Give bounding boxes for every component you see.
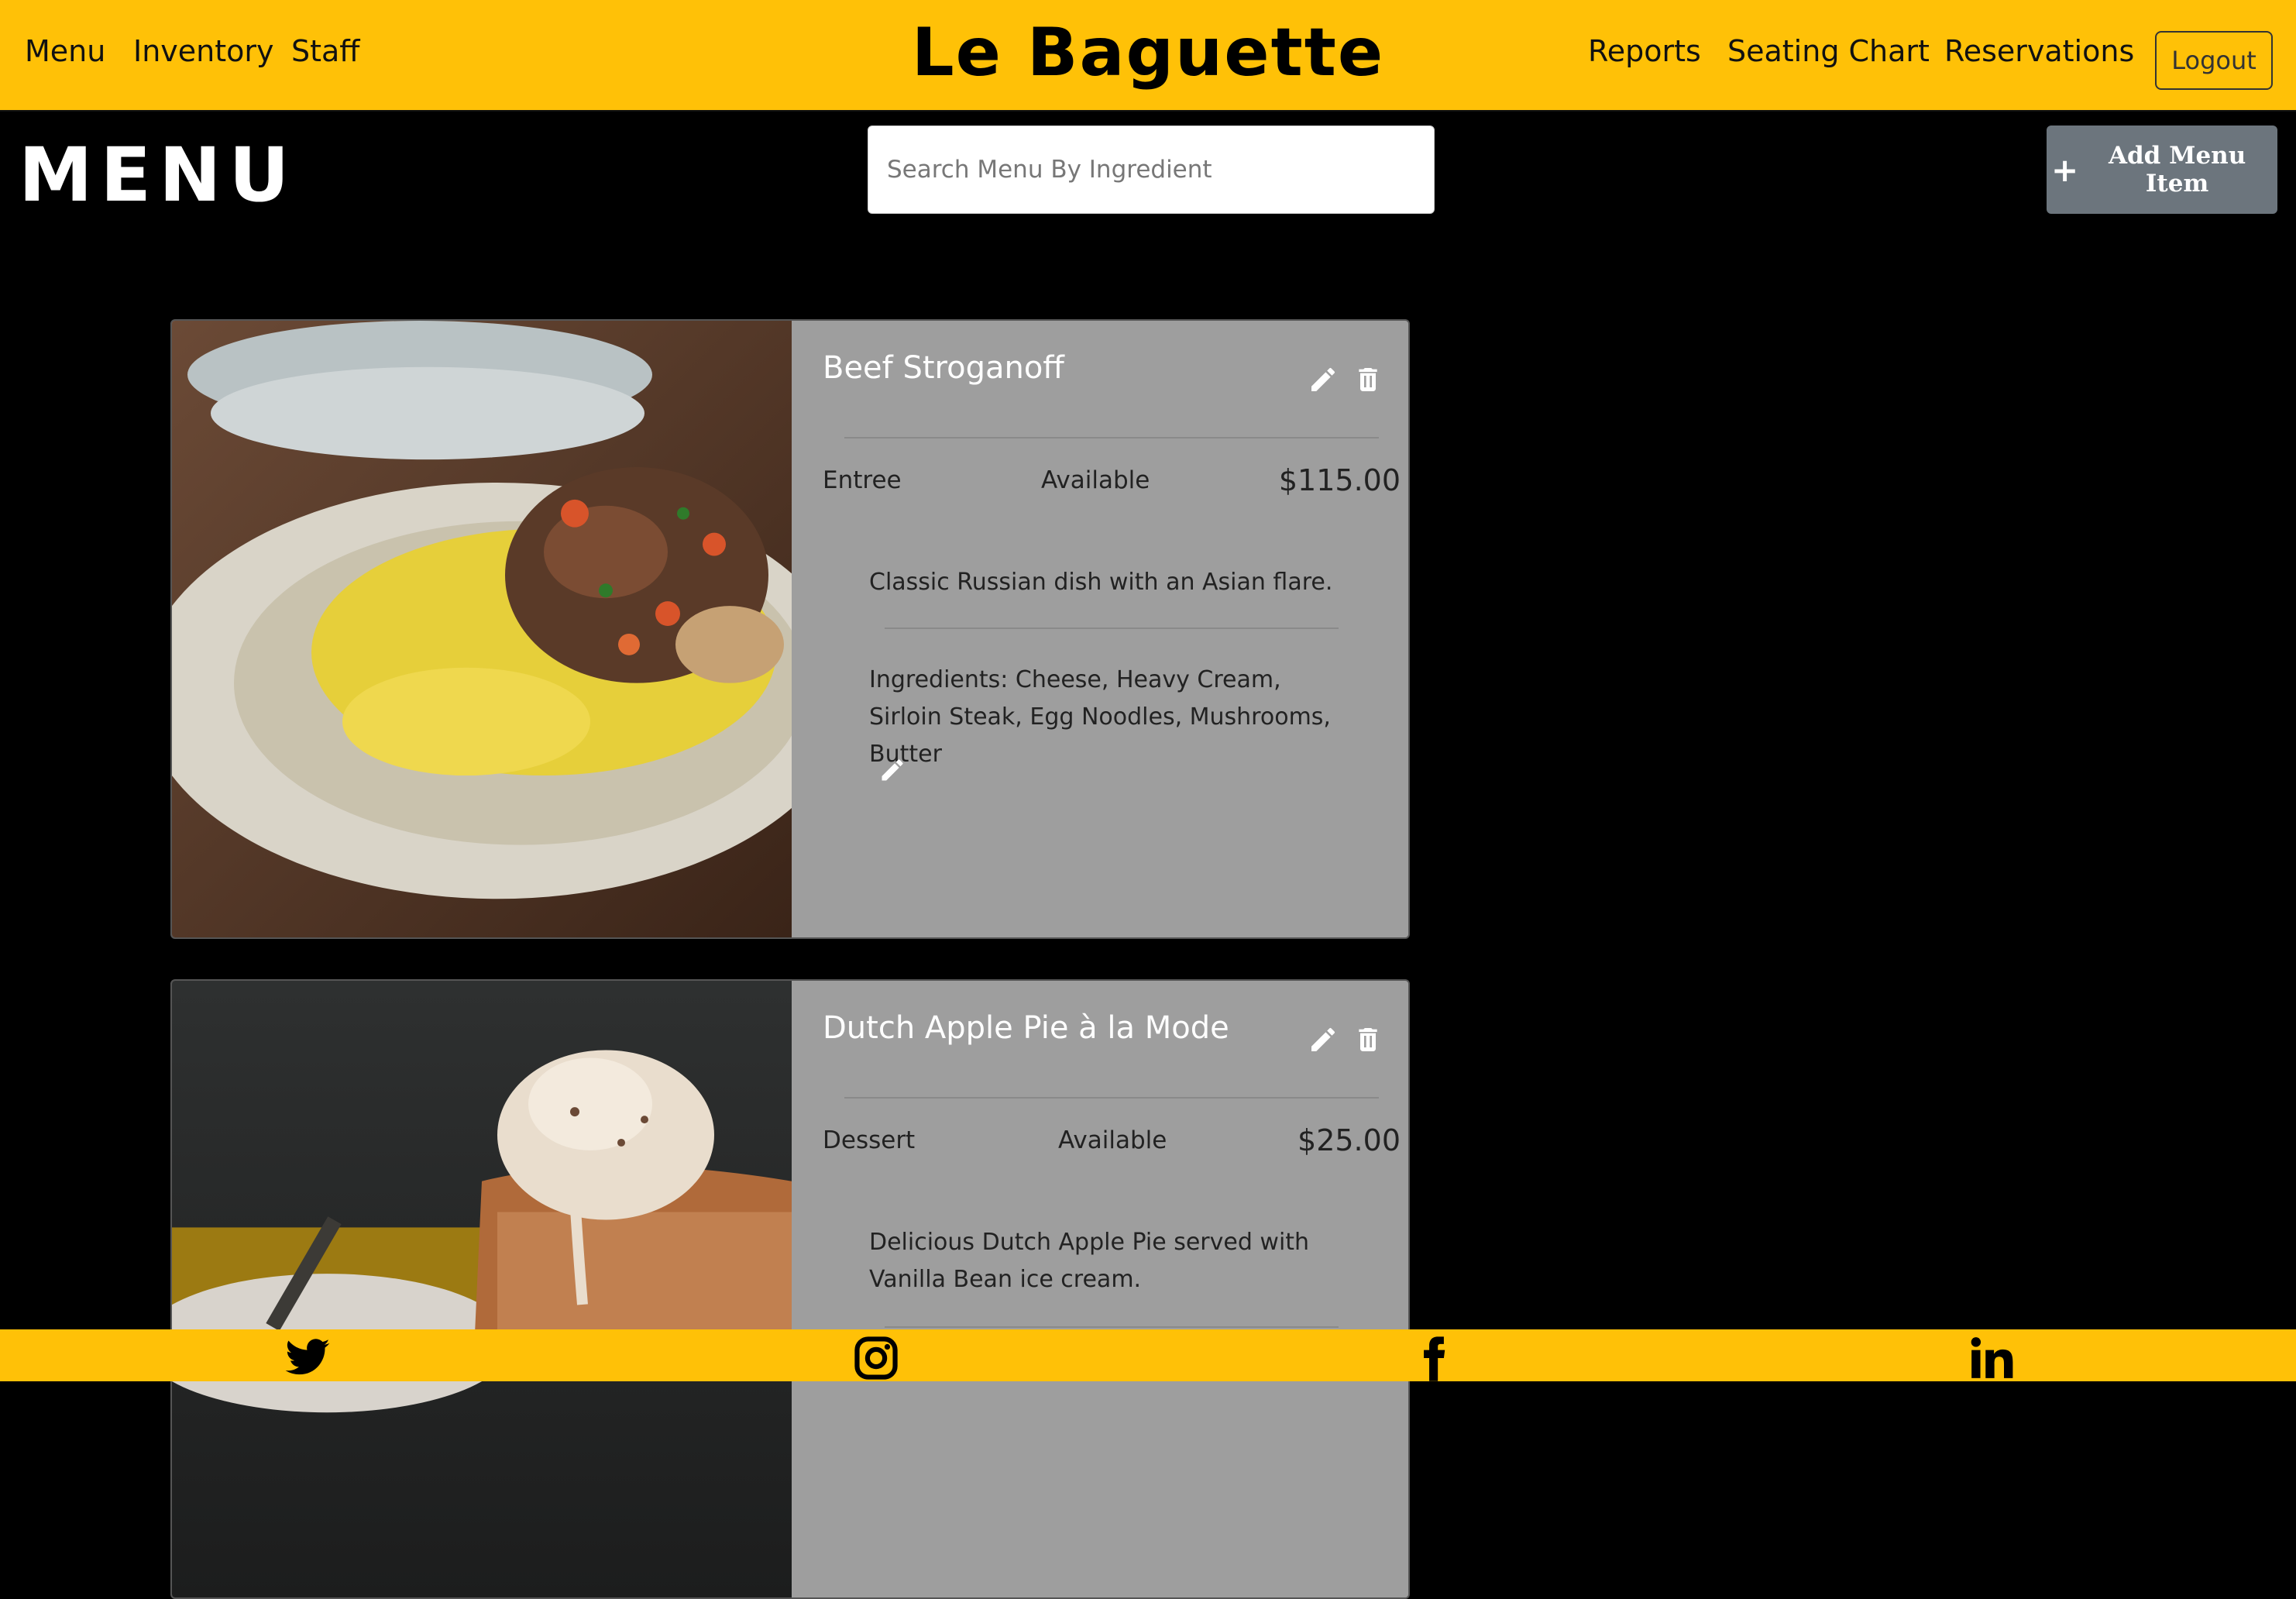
item-category: Dessert: [823, 1126, 916, 1154]
nav-reservations[interactable]: Reservations: [1944, 34, 2134, 68]
twitter-icon: [285, 1339, 330, 1375]
edit-ingredients-button[interactable]: [878, 756, 906, 784]
plus-icon: +: [2051, 150, 2079, 189]
delete-item-button[interactable]: [1353, 364, 1383, 395]
nav-seating-chart[interactable]: Seating Chart: [1727, 34, 1930, 68]
beef-stroganoff-photo: [172, 321, 792, 937]
nav-inventory[interactable]: Inventory: [133, 34, 274, 68]
logout-button[interactable]: Logout: [2155, 31, 2273, 90]
item-category: Entree: [823, 466, 902, 494]
pencil-icon: [882, 759, 903, 781]
menu-item-card: Dutch Apple Pie à la Mode Dessert Availa…: [170, 979, 1410, 1599]
trash-icon: [1359, 368, 1377, 391]
instagram-icon: [854, 1336, 898, 1380]
item-name: Dutch Apple Pie à la Mode: [823, 1010, 1229, 1046]
add-menu-item-label: Add Menu Item: [2108, 142, 2246, 198]
delete-item-button[interactable]: [1353, 1024, 1383, 1055]
item-name: Beef Stroganoff: [823, 350, 1064, 386]
add-menu-item-button[interactable]: + Add Menu Item: [2047, 126, 2277, 214]
divider: [885, 1326, 1339, 1328]
item-status: Available: [1058, 1126, 1167, 1154]
item-description: Delicious Dutch Apple Pie served with Va…: [869, 1229, 1310, 1293]
nav-staff[interactable]: Staff: [291, 34, 360, 68]
page-title: MENU: [19, 132, 297, 218]
pencil-icon: [1311, 367, 1335, 391]
nav-menu[interactable]: Menu: [25, 34, 105, 68]
item-status: Available: [1041, 466, 1150, 494]
apple-pie-photo: [172, 981, 792, 1597]
item-description: Classic Russian dish with an Asian flare…: [869, 569, 1333, 596]
twitter-link[interactable]: [284, 1334, 332, 1382]
menu-item-card: Beef Stroganoff Entree Available $115.00…: [170, 319, 1410, 939]
divider: [885, 628, 1339, 629]
item-price: $25.00: [1298, 1123, 1401, 1157]
menu-item-details: Beef Stroganoff Entree Available $115.00…: [792, 321, 1408, 937]
divider: [844, 437, 1379, 438]
instagram-link[interactable]: [852, 1334, 900, 1382]
edit-item-button[interactable]: [1308, 364, 1339, 395]
facebook-link[interactable]: [1410, 1334, 1458, 1382]
search-input[interactable]: [868, 126, 1435, 214]
item-price: $115.00: [1278, 463, 1401, 497]
facebook-icon: [1424, 1336, 1445, 1381]
divider: [844, 1097, 1379, 1099]
trash-icon: [1359, 1028, 1377, 1051]
edit-item-button[interactable]: [1308, 1024, 1339, 1055]
nav-reports[interactable]: Reports: [1588, 34, 1701, 68]
linkedin-icon: [1971, 1337, 2013, 1378]
linkedin-link[interactable]: [1968, 1334, 2016, 1382]
footer: [0, 1329, 2296, 1381]
pencil-icon: [1311, 1027, 1335, 1051]
menu-item-details: Dutch Apple Pie à la Mode Dessert Availa…: [792, 981, 1408, 1597]
top-navbar: Menu Inventory Staff Le Baguette Reports…: [0, 0, 2296, 112]
item-ingredients: Ingredients: Cheese, Heavy Cream, Sirloi…: [869, 666, 1331, 768]
